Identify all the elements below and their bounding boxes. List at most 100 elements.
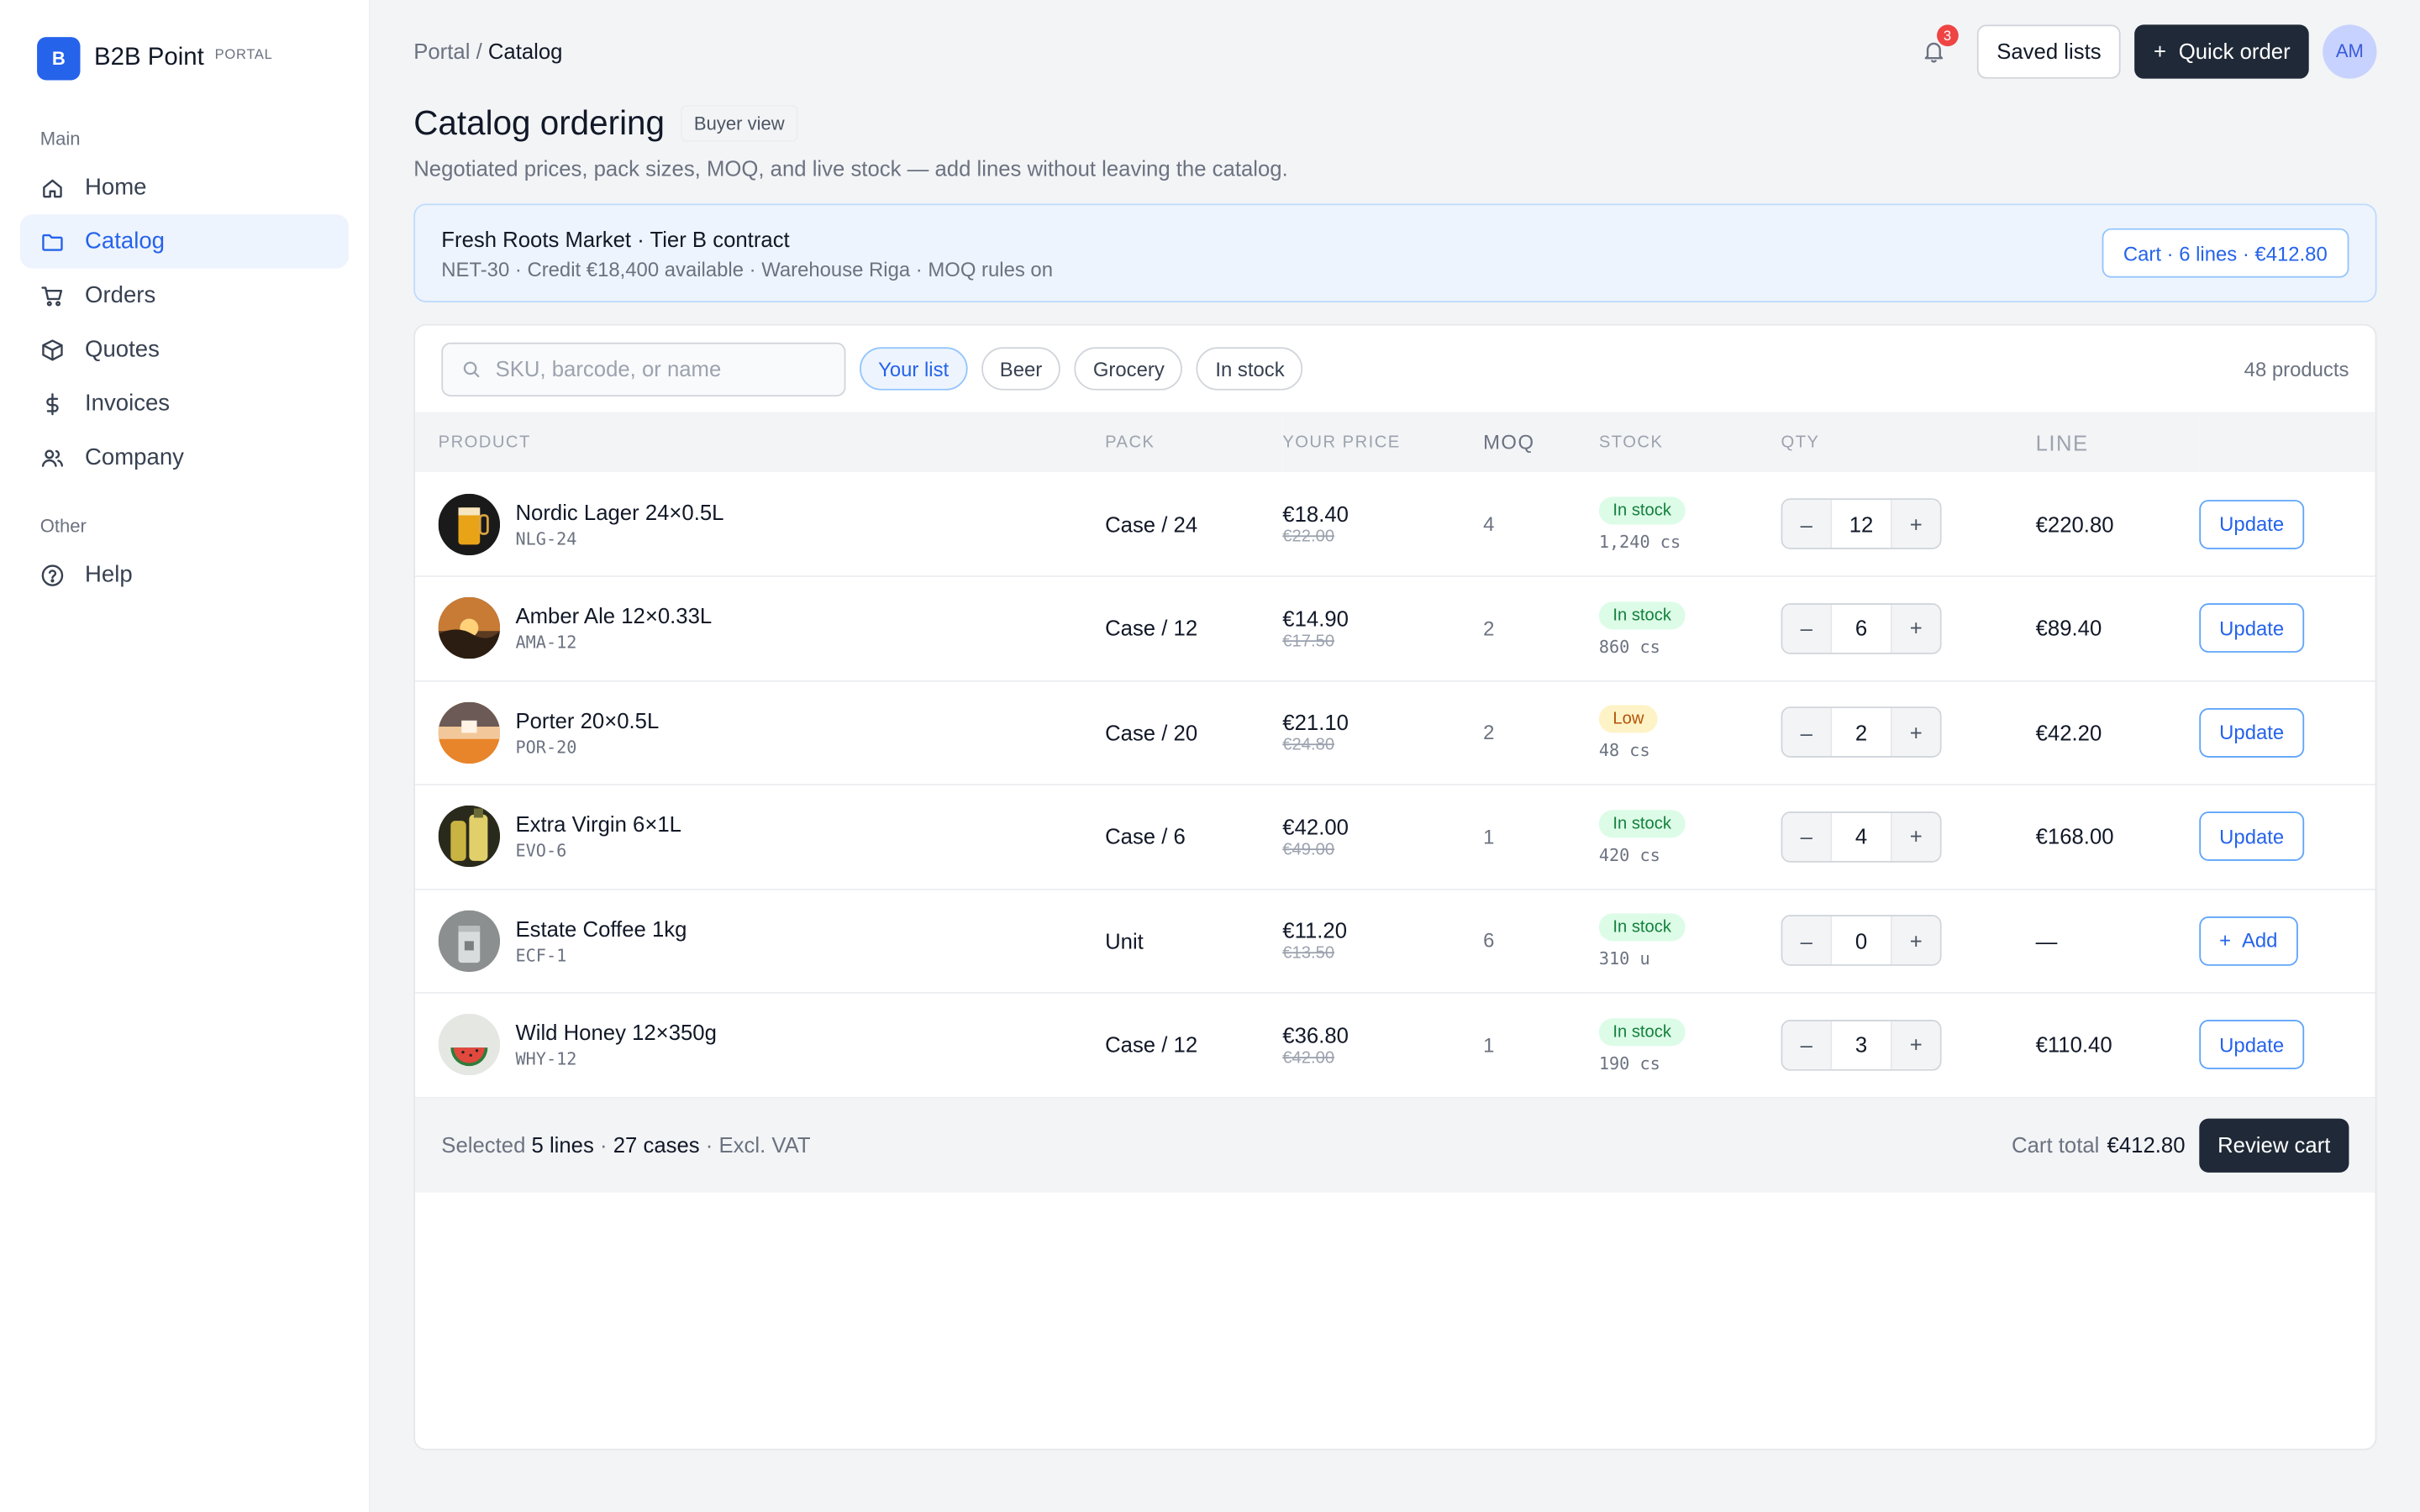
stock-status-badge: In stock: [1598, 809, 1686, 837]
column-header-moq[interactable]: MOQ: [1483, 412, 1599, 472]
product-thumbnail-oil-bottle: [438, 806, 501, 868]
update-button[interactable]: Update: [2199, 1020, 2305, 1070]
sidebar-item-home[interactable]: Home: [20, 160, 349, 214]
sidebar-item-help[interactable]: Help: [20, 548, 349, 601]
stock-quantity: 860 cs: [1598, 637, 1660, 657]
selection-summary: Selected 5 lines · 27 cases · Excl. VAT: [441, 1132, 810, 1157]
title-row: Catalog ordering Buyer view: [413, 103, 2376, 144]
your-price: €11.20: [1282, 918, 1348, 943]
list-price: €13.50: [1282, 944, 1335, 963]
filter-chip-grocery[interactable]: Grocery: [1074, 347, 1183, 391]
product-count: 48 products: [2244, 357, 2349, 381]
add-button-label: Add: [2241, 929, 2278, 953]
quantity-input[interactable]: 0: [1830, 916, 1892, 965]
list-price: €49.00: [1282, 840, 1335, 859]
column-header-stock[interactable]: STOCK: [1599, 412, 1781, 472]
box-icon: [40, 337, 65, 361]
brand[interactable]: B B2B Point PORTAL: [20, 37, 349, 81]
quantity-stepper: – 2 +: [1781, 706, 1942, 759]
sidebar-item-catalog[interactable]: Catalog: [19, 214, 350, 269]
stock-quantity: 310 u: [1598, 949, 1650, 969]
column-header-qty[interactable]: QTY: [1781, 412, 2036, 472]
catalog-panel: Your list Beer Grocery In stock 48 produ…: [413, 323, 2377, 1451]
update-button[interactable]: Update: [2199, 707, 2305, 758]
product-name[interactable]: Wild Honey 12×350g: [515, 1021, 716, 1045]
cart-summary-button[interactable]: Cart · 6 lines · €412.80: [2102, 228, 2349, 278]
increment-button[interactable]: +: [1891, 916, 1940, 965]
decrement-button[interactable]: –: [1782, 604, 1831, 653]
main-content: Portal / Catalog 3 Saved lists + Quick o…: [371, 0, 2420, 1512]
list-price: €17.50: [1282, 632, 1335, 651]
contract-title: Fresh Roots Market · Tier B contract: [441, 226, 790, 251]
column-header-line[interactable]: LINE: [2036, 412, 2200, 472]
update-button[interactable]: Update: [2199, 603, 2305, 654]
breadcrumb-root[interactable]: Portal: [413, 39, 470, 63]
add-button[interactable]: + Add: [2199, 916, 2298, 966]
folder-icon: [40, 229, 65, 254]
column-header-pack[interactable]: PACK: [1105, 412, 1282, 472]
quantity-input[interactable]: 3: [1830, 1021, 1892, 1069]
sidebar-item-label: Quotes: [85, 336, 160, 363]
decrement-button[interactable]: –: [1782, 500, 1831, 549]
search-box[interactable]: [441, 341, 846, 396]
product-name[interactable]: Porter 20×0.5L: [515, 708, 659, 732]
cart-total-label: Cart total: [2012, 1132, 2100, 1158]
sidebar-item-label: Help: [85, 561, 133, 588]
list-price: €22.00: [1282, 528, 1335, 547]
quantity-input[interactable]: 6: [1830, 604, 1892, 653]
sidebar-item-orders[interactable]: Orders: [20, 269, 349, 323]
notifications-button[interactable]: 3: [1915, 24, 1959, 70]
quick-order-button[interactable]: + Quick order: [2134, 24, 2309, 78]
contract-details: NET-30 · Credit €18,400 available · Ware…: [441, 256, 1054, 281]
table-row: Porter 20×0.5L POR-20 Case / 20 €21.10 €2…: [415, 680, 2375, 785]
product-name[interactable]: Estate Coffee 1kg: [515, 916, 687, 941]
decrement-button[interactable]: –: [1782, 812, 1831, 861]
sidebar-item-label: Catalog: [85, 228, 165, 255]
search-input[interactable]: [495, 356, 820, 381]
table-row: Estate Coffee 1kg ECF-1 Unit €11.20 €13.5…: [415, 889, 2375, 993]
decrement-button[interactable]: –: [1782, 916, 1831, 965]
increment-button[interactable]: +: [1891, 1021, 1940, 1069]
sidebar-item-label: Invoices: [85, 390, 171, 417]
increment-button[interactable]: +: [1891, 604, 1940, 653]
increment-button[interactable]: +: [1891, 708, 1940, 757]
view-badge: Buyer view: [680, 104, 799, 142]
product-name[interactable]: Extra Virgin 6×1L: [515, 812, 681, 837]
table-row: Amber Ale 12×0.33L AMA-12 Case / 12 €14.…: [415, 576, 2375, 680]
filter-chip-beer[interactable]: Beer: [981, 347, 1061, 391]
decrement-button[interactable]: –: [1782, 708, 1831, 757]
increment-button[interactable]: +: [1891, 500, 1940, 549]
topbar: Portal / Catalog 3 Saved lists + Quick o…: [413, 0, 2377, 102]
pack-size: Unit: [1105, 928, 1144, 953]
sidebar-item-quotes[interactable]: Quotes: [20, 323, 349, 376]
filter-chip-in-stock[interactable]: In stock: [1197, 347, 1303, 391]
column-header-product[interactable]: PRODUCT: [415, 412, 1105, 472]
quantity-input[interactable]: 4: [1830, 812, 1892, 861]
quantity-input[interactable]: 12: [1830, 500, 1892, 549]
filter-chip-your-list[interactable]: Your list: [860, 347, 968, 391]
breadcrumb: Portal / Catalog: [413, 39, 562, 63]
decrement-button[interactable]: –: [1782, 1021, 1831, 1069]
stock-quantity: 190 cs: [1598, 1053, 1660, 1074]
product-sku: EVO-6: [515, 841, 567, 862]
avatar[interactable]: AM: [2323, 24, 2377, 78]
your-price: €18.40: [1282, 501, 1349, 527]
sidebar-item-invoices[interactable]: Invoices: [20, 376, 349, 430]
pack-size: Case / 12: [1105, 1032, 1198, 1058]
column-header-price[interactable]: YOUR PRICE: [1282, 412, 1483, 472]
vat-note: · Excl. VAT: [705, 1132, 811, 1158]
product-name[interactable]: Amber Ale 12×0.33L: [515, 604, 712, 628]
update-button[interactable]: Update: [2199, 499, 2305, 549]
list-price: €24.80: [1282, 736, 1335, 755]
update-button[interactable]: Update: [2199, 811, 2305, 862]
product-name[interactable]: Nordic Lager 24×0.5L: [515, 499, 723, 523]
page-title: Catalog ordering: [413, 103, 666, 142]
saved-lists-button[interactable]: Saved lists: [1976, 24, 2122, 78]
sidebar-item-company[interactable]: Company: [20, 430, 349, 484]
moq-value: 4: [1483, 512, 1495, 536]
review-cart-button[interactable]: Review cart: [2199, 1117, 2349, 1172]
increment-button[interactable]: +: [1891, 812, 1940, 861]
filter-bar: Your list Beer Grocery In stock 48 produ…: [415, 326, 2375, 412]
sidebar-item-label: Home: [85, 174, 147, 201]
quantity-input[interactable]: 2: [1830, 708, 1892, 757]
